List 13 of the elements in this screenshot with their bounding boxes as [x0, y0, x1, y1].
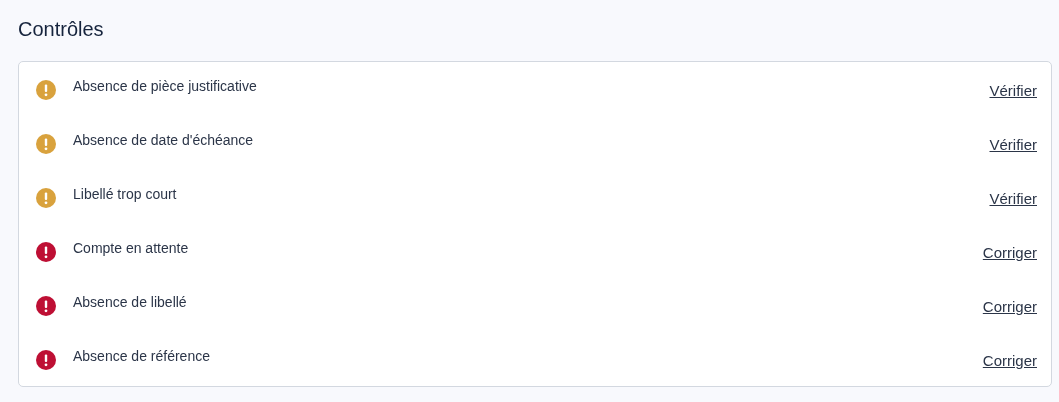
action-link[interactable]: Vérifier	[989, 189, 1037, 207]
check-label: Absence de libellé	[73, 294, 188, 310]
check-label: Absence de pièce justificative	[73, 78, 258, 94]
check-label: Absence de référence	[73, 348, 211, 364]
action-link[interactable]: Corriger	[982, 297, 1037, 315]
check-label: Compte en attente	[73, 240, 190, 256]
action-link[interactable]: Vérifier	[989, 135, 1037, 153]
check-label: Libellé trop court	[73, 186, 178, 202]
check-label: Absence de date d'échéance	[73, 132, 255, 148]
action-link[interactable]: Vérifier	[989, 81, 1037, 99]
action-link[interactable]: Corriger	[982, 243, 1037, 261]
section-title: Contrôles	[18, 17, 105, 41]
action-link[interactable]: Corriger	[982, 351, 1037, 369]
